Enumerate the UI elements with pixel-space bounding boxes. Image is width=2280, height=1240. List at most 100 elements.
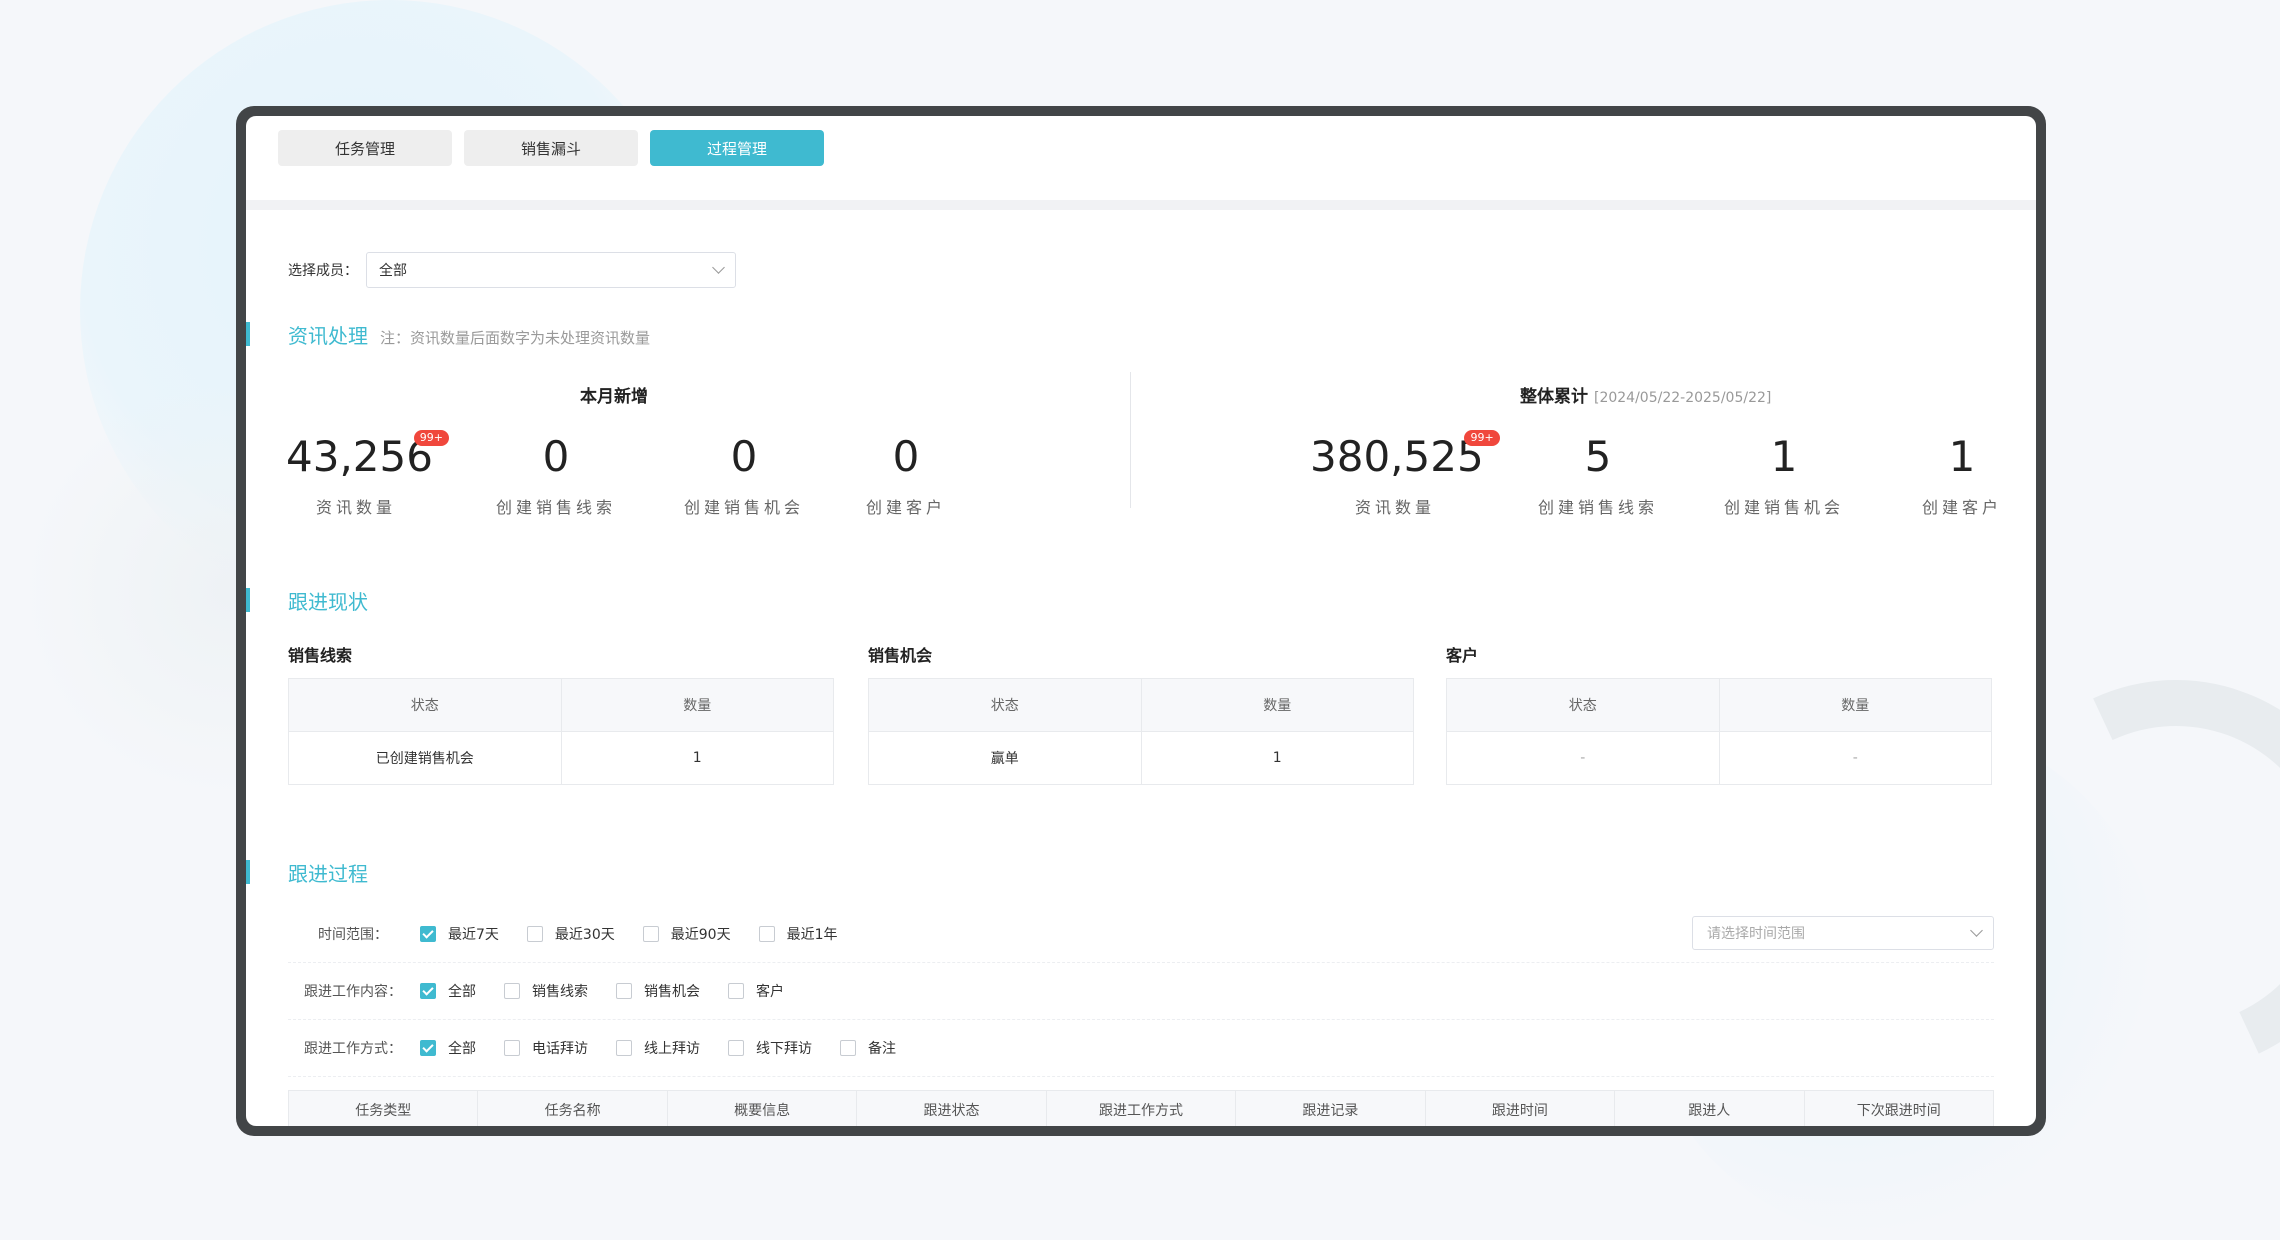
checkbox-checked[interactable] xyxy=(420,926,436,942)
customers-status-table: 状态 数量 -- xyxy=(1446,678,1992,785)
tabs-divider xyxy=(246,200,2036,210)
option-label: 备注 xyxy=(868,1041,896,1057)
option-label: 最近90天 xyxy=(670,927,731,943)
column-header[interactable]: 跟进工作方式 xyxy=(1047,1091,1237,1126)
chevron-down-icon xyxy=(1970,924,1983,937)
info-section-title: 资讯处理 注：资讯数量后面数字为未处理资讯数量 xyxy=(246,320,650,349)
tab-sales-funnel[interactable]: 销售漏斗 xyxy=(464,130,638,166)
column-header[interactable]: 跟进时间 xyxy=(1426,1091,1616,1126)
stat-monthly-opportunities: 0 创建销售机会 xyxy=(664,434,824,518)
member-select-value: 全部 xyxy=(379,263,407,279)
table-header: 数量 xyxy=(560,678,834,732)
member-filter-label: 选择成员： xyxy=(288,263,358,279)
option-last-30-days[interactable]: 最近30天 xyxy=(526,924,615,944)
main-content: 选择成员： 全部 资讯处理 注：资讯数量后面数字为未处理资讯数量 本月新增 43… xyxy=(246,210,2036,1126)
checkbox[interactable] xyxy=(526,926,543,942)
table-cell: - xyxy=(1446,731,1720,785)
option-offline-visit[interactable]: 线下拜访 xyxy=(728,1038,812,1058)
option-online-visit[interactable]: 线上拜访 xyxy=(616,1038,700,1058)
content-filter: 跟进工作内容： 全部 销售线索 销售机会 客户 xyxy=(288,963,1994,1020)
option-label: 电话拜访 xyxy=(532,1041,588,1057)
stat-value: 1 xyxy=(1948,432,1976,481)
section-title-text: 跟进过程 xyxy=(288,862,368,886)
method-filter: 跟进工作方式： 全部 电话拜访 线上拜访 线下拜访 备注 xyxy=(288,1020,1994,1077)
option-last-7-days[interactable]: 最近7天 xyxy=(420,924,499,944)
option-customers[interactable]: 客户 xyxy=(728,981,784,1001)
option-label: 客户 xyxy=(756,984,784,1000)
option-last-90-days[interactable]: 最近90天 xyxy=(642,924,731,944)
stat-label: 创建销售机会 xyxy=(1723,498,1844,517)
column-header[interactable]: 概要信息 xyxy=(668,1091,858,1126)
opportunities-status-table: 状态 数量 赢单 1 xyxy=(868,678,1414,785)
option-all[interactable]: 全部 xyxy=(420,981,476,1001)
stat-overall-info: 380,525 99+ 资讯数量 xyxy=(1310,430,1500,518)
checkbox[interactable] xyxy=(616,983,632,999)
option-label: 最近7天 xyxy=(448,927,499,943)
checkbox[interactable] xyxy=(840,1040,856,1056)
column-header[interactable]: 跟进人 xyxy=(1615,1091,1805,1126)
filter-label: 跟进工作方式： xyxy=(304,1041,402,1057)
stat-label: 资讯数量 xyxy=(315,498,396,517)
overall-heading: 整体累计 [2024/05/22-2025/05/22] xyxy=(1520,382,1771,407)
column-header[interactable]: 跟进状态 xyxy=(857,1091,1047,1126)
device-frame: 任务管理 销售漏斗 过程管理 选择成员： 全部 资讯处理 注：资讯数量后面数字为… xyxy=(236,106,2046,1136)
stat-overall-opportunities: 1 创建销售机会 xyxy=(1704,434,1864,518)
stat-value: 43,256 xyxy=(286,432,433,481)
stat-value: 0 xyxy=(892,432,920,481)
process-table-header: 任务类型 任务名称 概要信息 跟进状态 跟进工作方式 跟进记录 跟进时间 跟进人… xyxy=(288,1090,1994,1126)
table-row: 已创建销售机会 1 xyxy=(288,731,834,785)
table-row: 赢单 1 xyxy=(868,731,1414,785)
option-sales-opportunities[interactable]: 销售机会 xyxy=(616,981,700,1001)
stat-value: 1 xyxy=(1770,432,1798,481)
stat-value: 0 xyxy=(730,432,758,481)
tab-process-management[interactable]: 过程管理 xyxy=(650,130,824,166)
stat-label: 创建销售线索 xyxy=(1537,498,1658,517)
table-row: -- xyxy=(1446,731,1992,785)
option-label: 销售线索 xyxy=(532,984,588,1000)
checkbox[interactable] xyxy=(728,983,744,999)
option-label: 全部 xyxy=(448,1041,476,1057)
member-filter: 选择成员： 全部 xyxy=(288,252,736,288)
section-note: 注：资讯数量后面数字为未处理资讯数量 xyxy=(380,329,651,347)
table-header: 状态 xyxy=(288,678,562,732)
member-select[interactable]: 全部 xyxy=(366,252,736,288)
option-sales-leads[interactable]: 销售线索 xyxy=(504,981,588,1001)
checkbox[interactable] xyxy=(728,1040,744,1056)
unread-badge: 99+ xyxy=(413,430,449,446)
stats-divider xyxy=(1130,372,1131,508)
process-section-title: 跟进过程 xyxy=(246,858,368,887)
column-header[interactable]: 跟进记录 xyxy=(1236,1091,1426,1126)
checkbox[interactable] xyxy=(616,1040,632,1056)
unread-badge: 99+ xyxy=(1464,430,1500,446)
table-cell: 赢单 xyxy=(868,731,1142,785)
option-last-1-year[interactable]: 最近1年 xyxy=(758,924,838,944)
option-phone-visit[interactable]: 电话拜访 xyxy=(504,1038,588,1058)
option-all[interactable]: 全部 xyxy=(420,1038,476,1058)
leads-table-title: 销售线索 xyxy=(288,646,353,665)
option-remark[interactable]: 备注 xyxy=(840,1038,896,1058)
checkbox[interactable] xyxy=(504,983,520,999)
checkbox[interactable] xyxy=(642,926,659,942)
table-header: 状态 xyxy=(868,678,1142,732)
stat-monthly-customers: 0 创建客户 xyxy=(846,434,966,518)
filter-label: 时间范围： xyxy=(318,927,388,943)
option-label: 销售机会 xyxy=(644,984,700,1000)
section-accent-bar xyxy=(246,588,250,612)
overall-range: [2024/05/22-2025/05/22] xyxy=(1594,390,1772,406)
section-accent-bar xyxy=(246,322,250,346)
stat-label: 创建客户 xyxy=(1921,498,2002,517)
column-header[interactable]: 任务名称 xyxy=(478,1091,668,1126)
column-header[interactable]: 任务类型 xyxy=(289,1091,479,1126)
table-header: 状态 xyxy=(1446,678,1720,732)
checkbox[interactable] xyxy=(758,926,775,942)
customers-table-title: 客户 xyxy=(1446,646,1479,665)
stat-monthly-leads: 0 创建销售线索 xyxy=(476,434,636,518)
checkbox-checked[interactable] xyxy=(420,1040,436,1056)
column-header[interactable]: 下次跟进时间 xyxy=(1805,1091,1993,1126)
checkbox-checked[interactable] xyxy=(420,983,436,999)
monthly-heading: 本月新增 xyxy=(580,387,648,407)
tab-task-management[interactable]: 任务管理 xyxy=(278,130,452,166)
date-range-select[interactable]: 请选择时间范围 xyxy=(1692,916,1994,950)
app-screen: 任务管理 销售漏斗 过程管理 选择成员： 全部 资讯处理 注：资讯数量后面数字为… xyxy=(246,116,2036,1126)
checkbox[interactable] xyxy=(504,1040,520,1056)
